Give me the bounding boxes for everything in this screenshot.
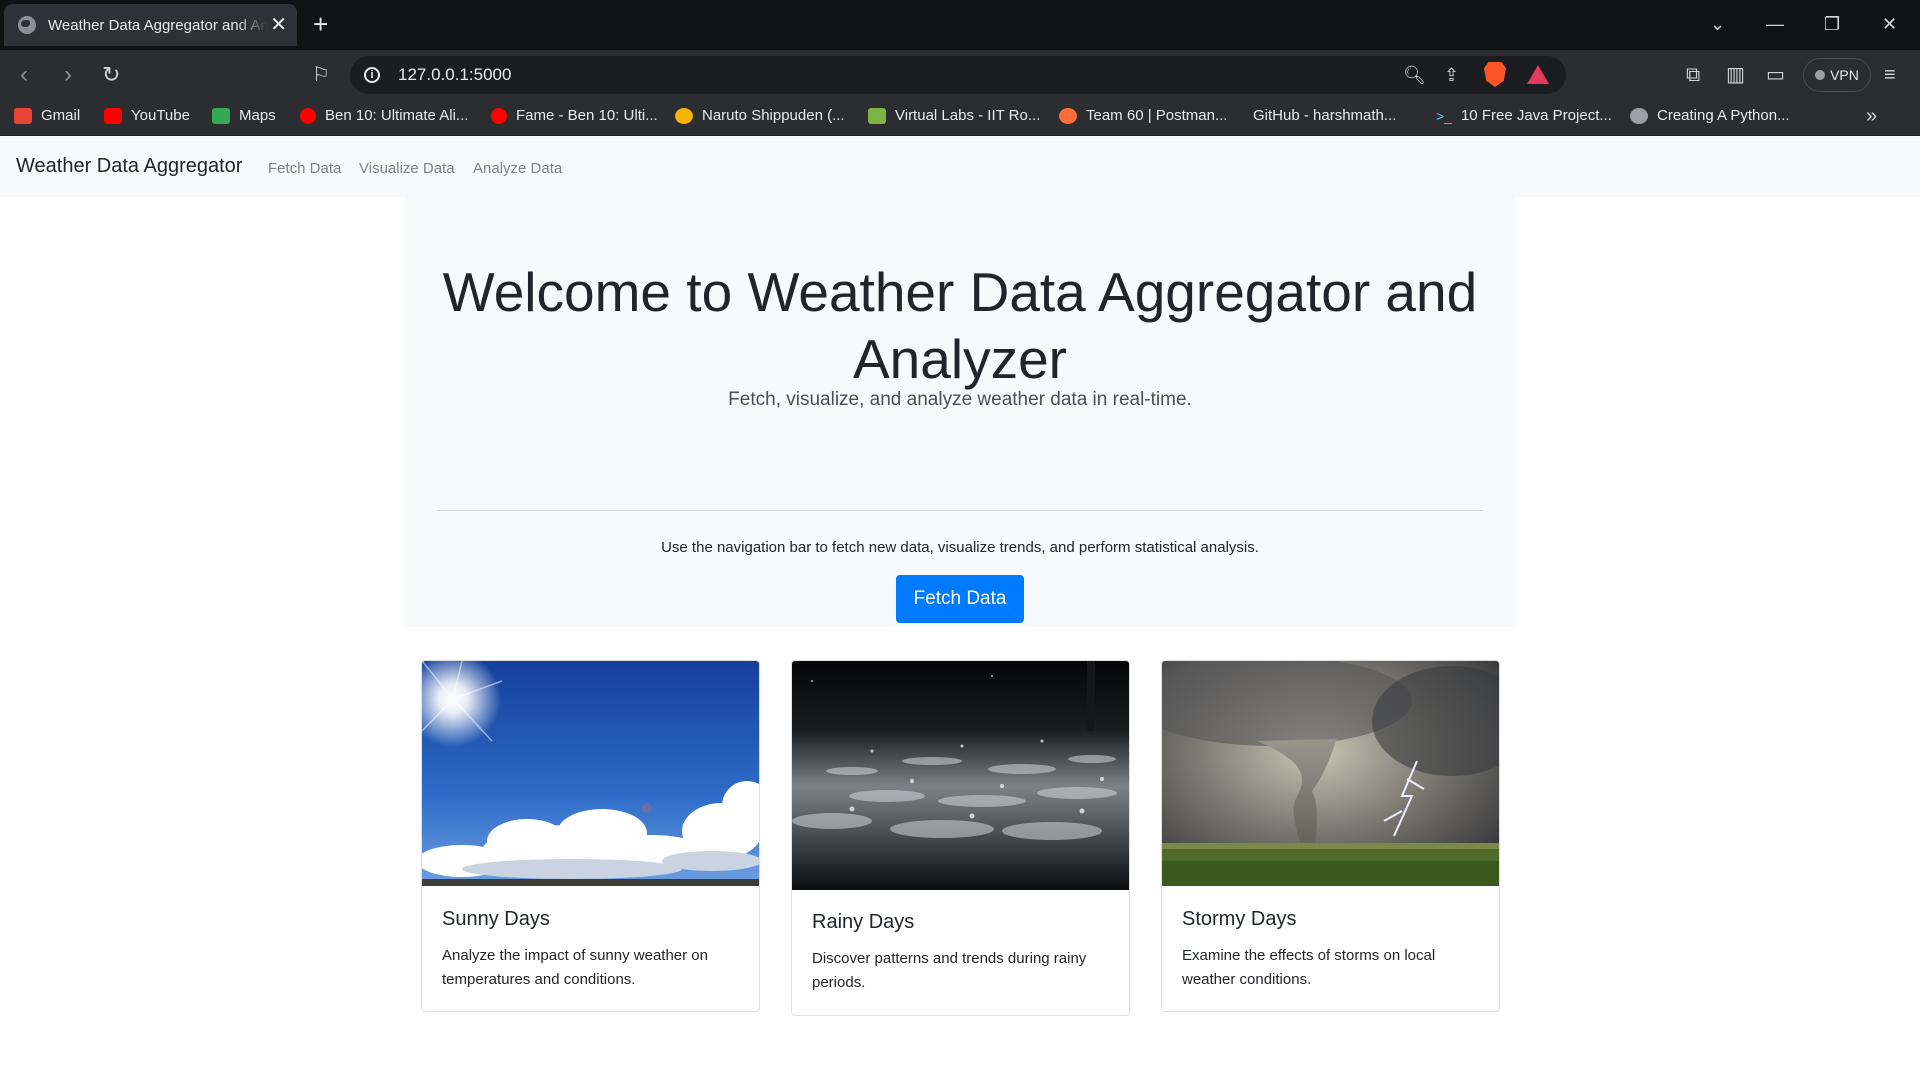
bookmarks-bar: Gmail YouTube Maps Ben 10: Ultimate Ali.… [0, 100, 1920, 136]
zoom-icon[interactable]: 🔍︎ [1403, 64, 1426, 86]
hero-divider [437, 510, 1483, 511]
brave-shields-icon[interactable] [1484, 62, 1506, 87]
bookmark-postman[interactable]: Team 60 | Postman... [1059, 107, 1227, 124]
tornado-storm-photo [1162, 661, 1499, 886]
new-tab-icon[interactable]: + [313, 8, 328, 40]
card-sunny-days: Sunny Days Analyze the impact of sunny w… [421, 660, 760, 1012]
navbar-brand[interactable]: Weather Data Aggregator [16, 155, 242, 178]
reload-icon[interactable]: ↻ [102, 60, 120, 90]
bookmark-github[interactable]: GitHub - harshmath... [1247, 107, 1396, 124]
sidebar-icon[interactable]: ▥ [1726, 62, 1745, 88]
youtube-icon [491, 107, 507, 124]
hero-text: Use the navigation bar to fetch new data… [661, 539, 1259, 556]
bookmark-label: GitHub - harshmath... [1253, 107, 1397, 124]
youtube-icon [104, 107, 122, 124]
terminal-icon: >_ [1436, 107, 1452, 124]
rain-puddle-photo [792, 661, 1129, 890]
page-viewport: Weather Data Aggregator Fetch Data Visua… [0, 137, 1920, 1078]
gmail-icon [14, 107, 32, 124]
globe-icon [18, 16, 36, 34]
bookmark-java-projects[interactable]: >_ 10 Free Java Project... [1436, 107, 1612, 124]
vpn-button[interactable]: VPN [1803, 58, 1871, 92]
share-icon[interactable]: ⇪ [1444, 64, 1459, 86]
card-text: Examine the effects of storms on local w… [1182, 947, 1436, 988]
tab-close-icon[interactable]: ✕ [270, 15, 287, 35]
nav-link-visualize-data[interactable]: Visualize Data [359, 160, 455, 177]
card-title: Sunny Days [442, 908, 550, 930]
sunny-sky-image [422, 661, 759, 886]
bookmark-maps[interactable]: Maps [212, 107, 276, 124]
youtube-icon [300, 107, 316, 124]
bookmark-gmail[interactable]: Gmail [14, 107, 80, 124]
nav-link-fetch-data[interactable]: Fetch Data [268, 160, 341, 177]
hero-title: Welcome to Weather Data Aggregator and A… [442, 261, 1478, 390]
bookmark-label: Maps [239, 107, 276, 124]
hero-lead: Fetch, visualize, and analyze weather da… [728, 389, 1192, 410]
bookmark-label: 10 Free Java Project... [1460, 107, 1612, 124]
address-bar[interactable]: i 127.0.0.1:5000 🔍︎ ⇪ [350, 56, 1566, 94]
more-bookmarks-icon[interactable]: » [1866, 105, 1877, 128]
tab-search-chevron-icon[interactable]: ⌄ [1710, 10, 1725, 38]
forward-icon[interactable]: › [64, 60, 72, 90]
maps-icon [212, 107, 230, 124]
bookmark-label: Gmail [41, 107, 81, 124]
extensions-icon[interactable]: ⧉ [1686, 62, 1700, 88]
minimize-icon[interactable]: — [1766, 10, 1784, 38]
bookmark-label: Naruto Shippuden (... [702, 107, 845, 124]
close-window-icon[interactable]: ✕ [1882, 10, 1897, 38]
rain-puddle-image [792, 661, 1129, 890]
postman-icon [1059, 107, 1077, 124]
bookmark-virtual-labs[interactable]: Virtual Labs - IIT Ro... [868, 107, 1040, 124]
card-title: Stormy Days [1182, 908, 1297, 930]
hero-jumbotron: Welcome to Weather Data Aggregator and A… [405, 197, 1515, 627]
virtual-labs-icon [868, 107, 886, 124]
back-icon[interactable]: ‹ [20, 60, 28, 90]
tab-title: Weather Data Aggregator and Analyzer [48, 16, 268, 34]
bookmark-youtube[interactable]: YouTube [104, 107, 190, 124]
bookmark-label: Virtual Labs - IIT Ro... [895, 107, 1041, 124]
bookmark-ben10-ultimate[interactable]: Ben 10: Ultimate Ali... [300, 107, 468, 124]
browser-toolbar: ‹ › ↻ ⚐ i 127.0.0.1:5000 🔍︎ ⇪ ⧉ ▥ ▭ VPN … [0, 50, 1920, 100]
vpn-label: VPN [1830, 67, 1859, 83]
brave-rewards-icon[interactable] [1527, 65, 1549, 84]
crunchyroll-icon [675, 107, 693, 124]
bookmark-label: Fame - Ben 10: Ulti... [516, 107, 658, 124]
browser-tab-active[interactable]: Weather Data Aggregator and Analyzer ✕ [4, 4, 297, 46]
bookmark-label: Ben 10: Ultimate Ali... [325, 107, 469, 124]
site-info-icon[interactable]: i [364, 67, 380, 83]
bookmark-python[interactable]: Creating A Python... [1630, 107, 1790, 124]
nav-link-analyze-data[interactable]: Analyze Data [473, 160, 562, 177]
card-title: Rainy Days [812, 911, 915, 933]
bookmark-naruto[interactable]: Naruto Shippuden (... [675, 107, 845, 124]
python-icon [1630, 107, 1648, 124]
browser-tab-strip: Weather Data Aggregator and Analyzer ✕ +… [0, 0, 1920, 50]
wallet-icon[interactable]: ▭ [1766, 62, 1785, 88]
bookmark-label: Creating A Python... [1657, 107, 1790, 124]
card-text: Analyze the impact of sunny weather on t… [442, 947, 708, 988]
menu-icon[interactable]: ≡ [1884, 62, 1896, 88]
restore-icon[interactable]: ❐ [1824, 10, 1840, 38]
bookmark-icon[interactable]: ⚐ [312, 60, 330, 90]
vpn-status-icon [1815, 70, 1826, 80]
tornado-storm-image [1162, 661, 1499, 886]
bookmark-fame-ben10[interactable]: Fame - Ben 10: Ulti... [491, 107, 658, 124]
bookmark-label: Team 60 | Postman... [1086, 107, 1228, 124]
site-navbar: Weather Data Aggregator Fetch Data Visua… [0, 137, 1920, 197]
card-stormy-days: Stormy Days Examine the effects of storm… [1161, 660, 1500, 1012]
url-text: 127.0.0.1:5000 [398, 65, 512, 84]
card-text: Discover patterns and trends during rain… [812, 950, 1087, 991]
sunny-sky-photo [422, 661, 759, 886]
fetch-data-button[interactable]: Fetch Data [896, 575, 1024, 623]
bookmark-label: YouTube [131, 107, 190, 124]
card-rainy-days: Rainy Days Discover patterns and trends … [791, 660, 1130, 1016]
